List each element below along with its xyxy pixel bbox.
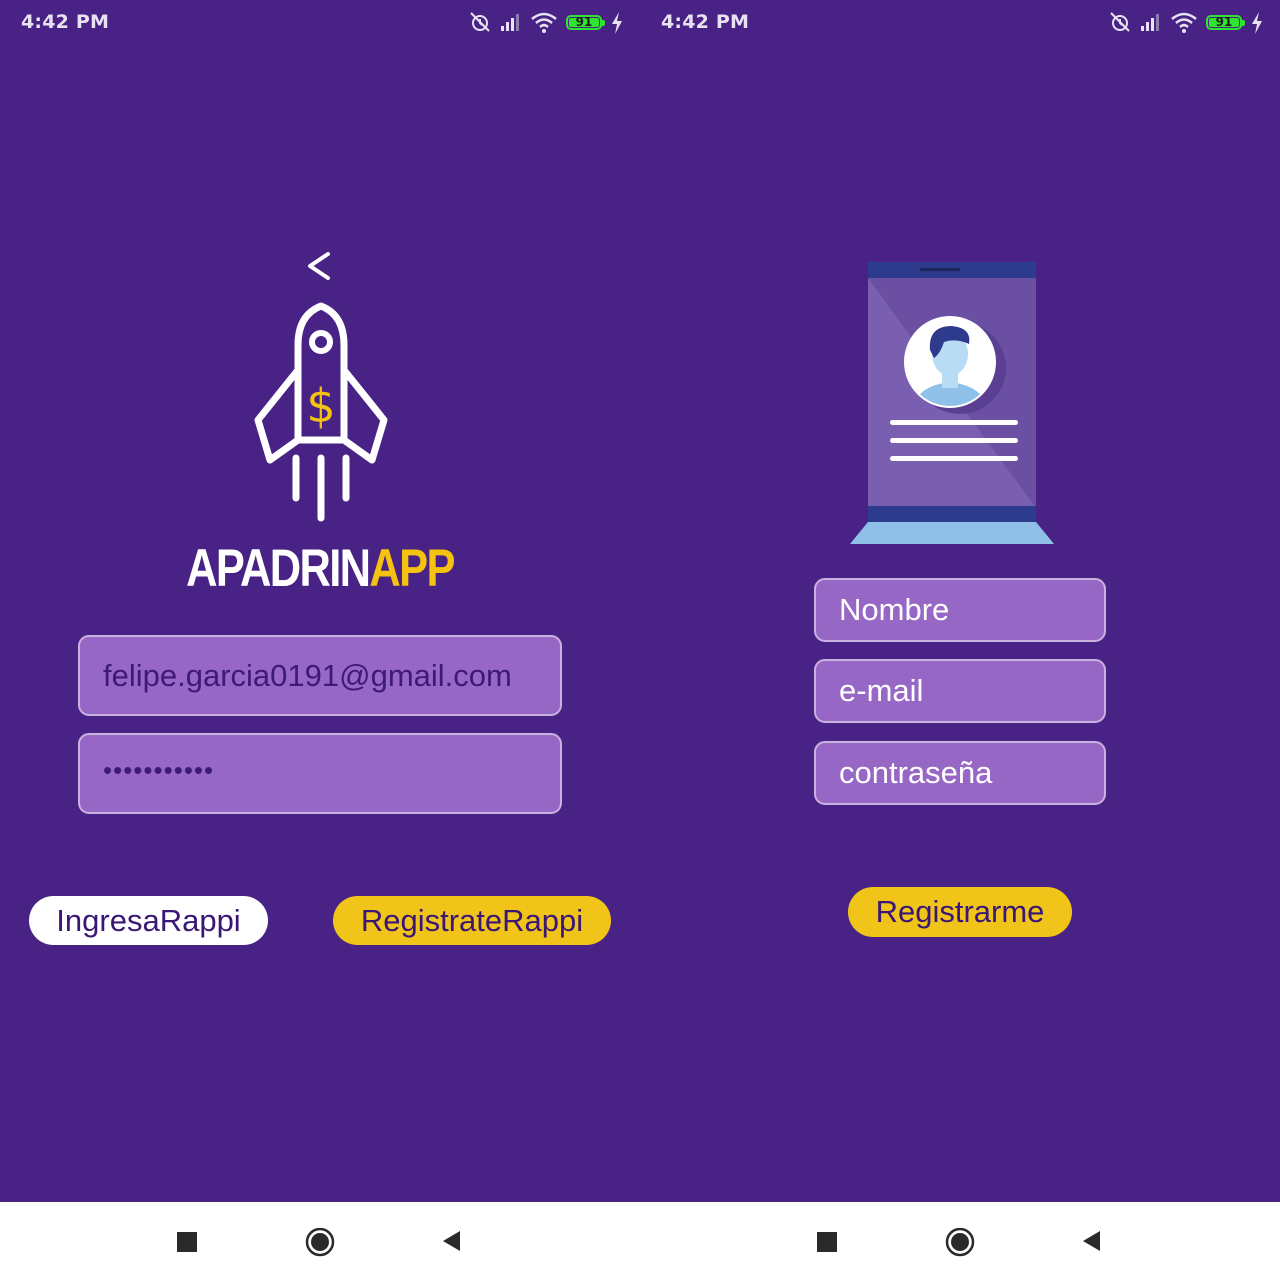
recent-apps-icon[interactable] bbox=[175, 1228, 199, 1254]
muted-alarm-icon bbox=[470, 12, 490, 32]
password-value: ••••••••••• bbox=[103, 755, 215, 785]
charging-icon bbox=[612, 12, 622, 34]
signal-icon bbox=[1141, 14, 1159, 31]
app-title-part1: APADRIN bbox=[186, 539, 371, 598]
email-placeholder: e-mail bbox=[839, 673, 924, 708]
password-input[interactable]: ••••••••••• bbox=[78, 733, 562, 814]
back-arrow-icon[interactable] bbox=[304, 250, 334, 286]
battery-icon: 91 bbox=[566, 15, 605, 30]
wifi-icon bbox=[531, 12, 557, 33]
status-time: 4:42 PM bbox=[661, 11, 750, 33]
rocket-dollar-icon: $ bbox=[254, 302, 388, 522]
login-screen: 4:42 PM 91 $ APADRINAPP felipe.garcia019… bbox=[0, 0, 640, 1202]
battery-icon: 91 bbox=[1206, 15, 1245, 30]
recent-apps-icon[interactable] bbox=[815, 1228, 839, 1254]
wifi-icon bbox=[1171, 12, 1197, 33]
app-title-part2: APP bbox=[369, 539, 455, 598]
battery-level: 91 bbox=[575, 15, 593, 29]
registrarme-button[interactable]: Registrarme bbox=[848, 887, 1072, 937]
signup-password-input[interactable]: contraseña bbox=[814, 741, 1106, 805]
profile-card-phone-icon bbox=[850, 262, 1054, 544]
home-icon[interactable] bbox=[305, 1228, 335, 1258]
name-placeholder: Nombre bbox=[839, 592, 950, 627]
name-input[interactable]: Nombre bbox=[814, 578, 1106, 642]
signup-screen: 4:42 PM 91 Nombre e-mail contraseña Regi… bbox=[640, 0, 1280, 1202]
signal-icon bbox=[501, 14, 519, 31]
charging-icon bbox=[1252, 12, 1262, 34]
email-input[interactable]: felipe.garcia0191@gmail.com bbox=[78, 635, 562, 716]
registrate-rappi-button[interactable]: RegistrateRappi bbox=[333, 896, 611, 945]
ingresa-rappi-button[interactable]: IngresaRappi bbox=[29, 896, 268, 945]
status-time: 4:42 PM bbox=[21, 11, 110, 33]
app-title: APADRINAPP bbox=[58, 538, 583, 599]
home-icon[interactable] bbox=[945, 1228, 975, 1258]
signup-email-input[interactable]: e-mail bbox=[814, 659, 1106, 723]
svg-text:$: $ bbox=[306, 379, 335, 433]
back-icon[interactable] bbox=[440, 1228, 464, 1254]
password-placeholder: contraseña bbox=[839, 755, 993, 790]
email-value: felipe.garcia0191@gmail.com bbox=[103, 657, 512, 693]
battery-level: 91 bbox=[1215, 15, 1233, 29]
back-icon[interactable] bbox=[1080, 1228, 1104, 1254]
muted-alarm-icon bbox=[1110, 12, 1130, 32]
